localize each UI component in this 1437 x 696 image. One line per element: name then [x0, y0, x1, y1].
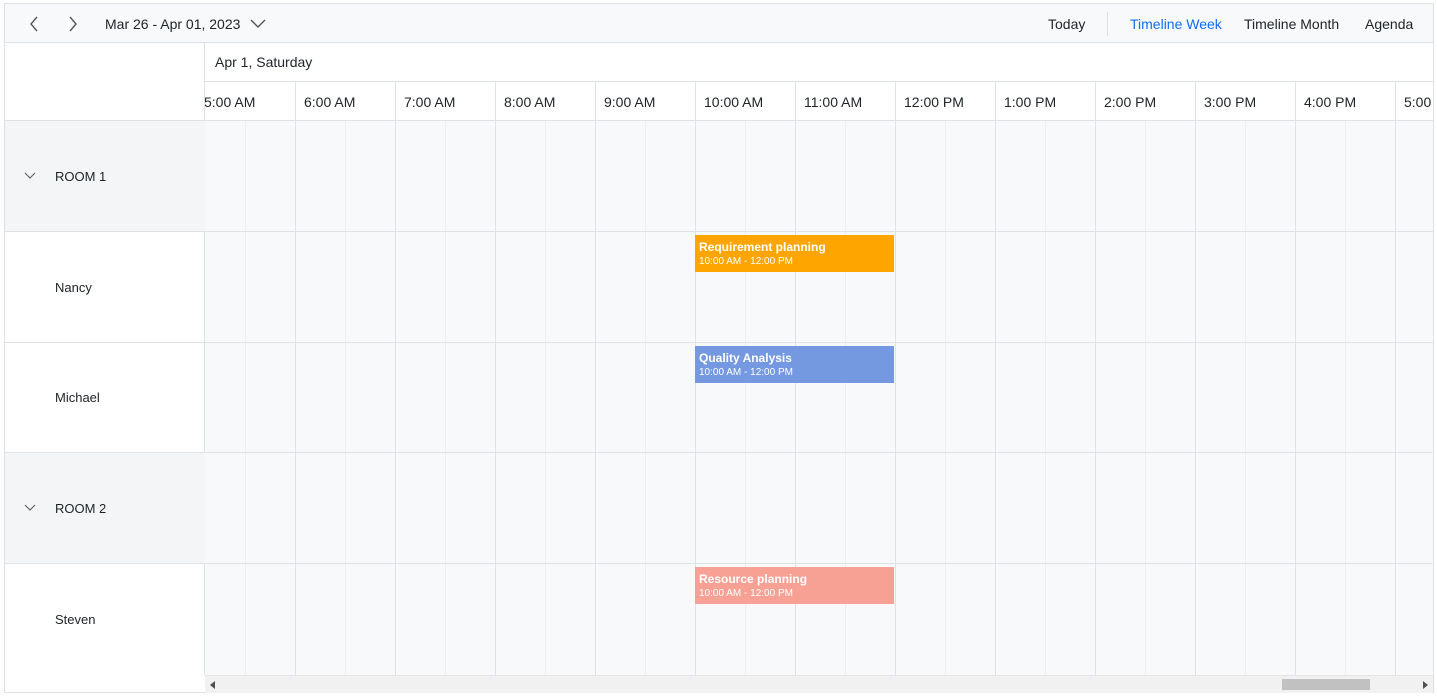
event-title: Resource planning: [699, 572, 808, 586]
resource-label: Nancy: [55, 279, 92, 295]
date-header-label: Apr 1, Saturday: [215, 54, 313, 70]
grid-line: [245, 121, 246, 675]
event-time: 10:00 AM - 12:00 PM: [699, 256, 793, 267]
resource-row-steven: Steven: [5, 564, 205, 675]
time-slot: 1:00 PM: [995, 82, 1095, 120]
collapse-icon[interactable]: [24, 504, 38, 512]
today-button[interactable]: Today: [1048, 4, 1085, 43]
grid-line: [545, 121, 546, 675]
grid-line: [1295, 121, 1296, 675]
scrollbar-thumb[interactable]: [1282, 679, 1370, 690]
time-slot-label: 9:00 AM: [604, 93, 656, 110]
scroll-right-icon: [1423, 680, 1428, 689]
timeline-week-button[interactable]: Timeline Week: [1130, 4, 1222, 43]
grid-line: [1395, 121, 1396, 675]
time-slot: 2:00 PM: [1095, 82, 1195, 120]
chevron-right-icon: [69, 16, 77, 32]
grid-line: [1095, 121, 1096, 675]
event-quality-analysis[interactable]: Quality Analysis 10:00 AM - 12:00 PM: [695, 346, 894, 383]
time-slot: 11:00 AM: [795, 82, 895, 120]
time-header: 5:00 AM 6:00 AM 7:00 AM 8:00 AM 9:00 AM …: [205, 82, 1433, 121]
time-slot-label: 4:00 PM: [1304, 93, 1357, 110]
event-resource-planning[interactable]: Resource planning 10:00 AM - 12:00 PM: [695, 567, 894, 604]
resource-row-michael: Michael: [5, 343, 205, 453]
horizontal-scrollbar[interactable]: [205, 675, 1433, 693]
timeline-grid[interactable]: Requirement planning 10:00 AM - 12:00 PM…: [205, 121, 1433, 675]
resource-group-label: ROOM 2: [55, 500, 107, 516]
time-slot: 9:00 AM: [595, 82, 695, 120]
timeline-month-button[interactable]: Timeline Month: [1244, 4, 1339, 43]
toolbar-separator: [1107, 12, 1108, 36]
time-slot: 7:00 AM: [395, 82, 495, 120]
time-slot-label: 5:00 PM: [1404, 93, 1433, 110]
event-title: Requirement planning: [699, 240, 826, 254]
time-slot-label: 5:00 AM: [205, 93, 256, 110]
collapse-icon[interactable]: [24, 172, 38, 180]
grid-line: [1195, 121, 1196, 675]
toolbar: Mar 26 - Apr 01, 2023 Today Timeline Wee…: [5, 4, 1433, 43]
resource-header-corner: [5, 43, 205, 121]
time-slot-label: 12:00 PM: [904, 93, 964, 110]
chevron-down-icon: [250, 19, 266, 29]
time-slot-label: 7:00 AM: [404, 93, 456, 110]
previous-button[interactable]: [20, 10, 48, 38]
time-slot: 5:00 AM: [205, 82, 295, 120]
time-slot: 4:00 PM: [1295, 82, 1395, 120]
scroll-left-button[interactable]: [205, 676, 221, 693]
resource-group-label: ROOM 1: [55, 168, 107, 184]
time-slot: 12:00 PM: [895, 82, 995, 120]
grid-line: [295, 121, 296, 675]
time-slot: 6:00 AM: [295, 82, 395, 120]
next-button[interactable]: [59, 10, 87, 38]
grid-line: [1345, 121, 1346, 675]
scroll-right-button[interactable]: [1417, 676, 1433, 693]
grid-line: [595, 121, 596, 675]
time-slot-label: 11:00 AM: [804, 93, 863, 110]
time-slot-label: 3:00 PM: [1204, 93, 1257, 110]
grid-line: [645, 121, 646, 675]
resource-label: Steven: [55, 612, 96, 627]
grid-line: [395, 121, 396, 675]
chevron-left-icon: [30, 16, 38, 32]
time-slot: 8:00 AM: [495, 82, 595, 120]
resource-group-room-2[interactable]: ROOM 2: [5, 453, 205, 564]
grid-line: [945, 121, 946, 675]
resource-column: ROOM 1 Nancy Michael ROOM 2 Steven: [5, 121, 205, 675]
date-range-picker[interactable]: Mar 26 - Apr 01, 2023: [105, 4, 266, 43]
resource-group-room-1[interactable]: ROOM 1: [5, 121, 205, 232]
time-slot-label: 8:00 AM: [504, 93, 556, 110]
grid-line: [1245, 121, 1246, 675]
grid-line: [995, 121, 996, 675]
event-time: 10:00 AM - 12:00 PM: [699, 588, 793, 599]
resource-label: Michael: [55, 390, 100, 405]
date-range-label: Mar 26 - Apr 01, 2023: [105, 15, 241, 32]
date-header: Apr 1, Saturday: [205, 43, 1433, 82]
row-divider: [205, 231, 1433, 232]
scheduler: Mar 26 - Apr 01, 2023 Today Timeline Wee…: [4, 3, 1434, 693]
row-divider: [205, 452, 1433, 453]
time-slot-label: 6:00 AM: [304, 93, 356, 110]
event-title: Quality Analysis: [699, 351, 792, 365]
time-slot: 5:00 PM: [1395, 82, 1433, 120]
time-slot-label: 10:00 AM: [704, 93, 764, 110]
time-slot: 10:00 AM: [695, 82, 795, 120]
time-slot-label: 1:00 PM: [1004, 93, 1057, 110]
grid-line: [1145, 121, 1146, 675]
time-slot-label: 2:00 PM: [1104, 93, 1157, 110]
time-slot: 3:00 PM: [1195, 82, 1295, 120]
row-divider: [205, 342, 1433, 343]
grid-line: [445, 121, 446, 675]
agenda-button[interactable]: Agenda: [1365, 4, 1413, 43]
event-requirement-planning[interactable]: Requirement planning 10:00 AM - 12:00 PM: [695, 235, 894, 272]
grid-line: [895, 121, 896, 675]
grid-line: [495, 121, 496, 675]
event-time: 10:00 AM - 12:00 PM: [699, 367, 793, 378]
grid-line: [1045, 121, 1046, 675]
row-divider: [205, 563, 1433, 564]
resource-row-nancy: Nancy: [5, 232, 205, 343]
grid-line: [345, 121, 346, 675]
scroll-left-icon: [210, 680, 215, 689]
